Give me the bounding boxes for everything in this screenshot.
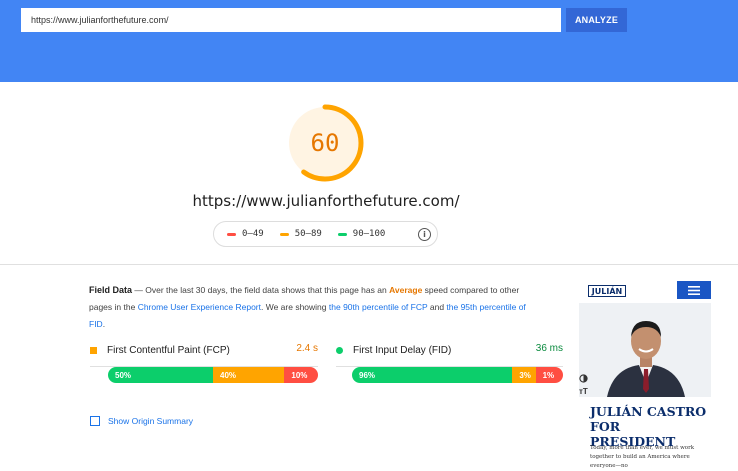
fcp-average-segment: 40% <box>213 367 285 383</box>
hamburger-menu-icon <box>677 281 711 299</box>
legend-item-fail: 0–49 <box>227 229 264 239</box>
origin-summary-label: Show Origin Summary <box>108 416 194 426</box>
legend-dash-fail <box>227 232 236 236</box>
url-input[interactable] <box>21 8 561 32</box>
score-value: 60 <box>310 129 340 157</box>
legend-dash-average <box>279 232 289 236</box>
fid-distribution-bar: 96% 3% 1% <box>352 367 563 383</box>
legend-label-average: 50–89 <box>294 229 322 239</box>
contrast-icon[interactable] <box>579 374 591 385</box>
field-data-description: Field Data — Over the last 30 days, the … <box>89 282 529 333</box>
legend-label-pass: 90–100 <box>352 229 386 239</box>
analyze-button[interactable]: ANALYZE <box>566 8 627 32</box>
metric-fid-name: First Input Delay (FID) <box>353 344 452 356</box>
fid-average-segment: 3% <box>512 367 536 383</box>
fcp-fast-segment: 50% <box>108 367 213 383</box>
thumbnail-side-controls: тT <box>579 374 591 396</box>
field-desc-text-3: . We are showing <box>261 302 329 312</box>
fcp-distribution-bar: 50% 40% 10% <box>108 367 318 383</box>
text-size-icon[interactable]: тT <box>579 387 591 396</box>
fcp-percentile-link[interactable]: the 90th percentile of FCP <box>329 302 428 312</box>
circle-icon <box>336 346 343 354</box>
legend-item-average: 50–89 <box>279 229 322 239</box>
fid-slow-segment: 1% <box>535 367 563 383</box>
square-icon <box>90 346 97 354</box>
metric-fcp-name: First Contentful Paint (FCP) <box>107 344 230 356</box>
metric-fid-value: 36 ms <box>535 343 563 354</box>
metric-fcp: First Contentful Paint (FCP) 2.4 s 50% 4… <box>90 342 318 383</box>
legend-label-fail: 0–49 <box>242 229 264 239</box>
legend-item-pass: 90–100 <box>337 229 386 239</box>
fid-fast-segment: 96% <box>352 367 513 383</box>
analyzed-page-url: https://www.julianforthefuture.com/ <box>192 192 460 210</box>
metric-fcp-value: 2.4 s <box>296 343 318 354</box>
metric-fcp-header: First Contentful Paint (FCP) <box>90 342 318 358</box>
section-divider <box>0 264 738 265</box>
legend-dash-pass <box>337 232 347 236</box>
thumbnail-topbar: JULIÁN <box>579 281 711 303</box>
origin-summary-checkbox[interactable] <box>90 416 100 426</box>
page-screenshot-thumbnail: JULIÁN JULIÁN CASTRO FOR PRESIDENT Today… <box>579 281 711 469</box>
crux-report-link[interactable]: Chrome User Experience Report <box>138 302 261 312</box>
thumbnail-headline: JULIÁN CASTRO FOR PRESIDENT <box>590 404 707 449</box>
score-legend: 0–49 50–89 90–100 i <box>213 221 438 247</box>
candidate-photo <box>579 303 711 397</box>
header-bar: ANALYZE <box>0 0 738 82</box>
thumbnail-body-text: Today, more than ever, we must work toge… <box>590 445 695 469</box>
average-label: Average <box>389 285 423 295</box>
field-data-title: Field Data <box>89 285 133 295</box>
metric-fid: First Input Delay (FID) 36 ms 96% 3% 1% <box>336 342 563 383</box>
field-desc-text-5: . <box>102 319 106 329</box>
fcp-slow-segment: 10% <box>284 367 318 383</box>
site-logo: JULIÁN <box>588 285 626 297</box>
field-desc-text-1: — Over the last 30 days, the field data … <box>132 285 390 295</box>
metric-fid-header: First Input Delay (FID) <box>336 342 563 358</box>
origin-summary-toggle[interactable]: Show Origin Summary <box>90 416 193 426</box>
info-icon[interactable]: i <box>418 228 431 241</box>
field-desc-text-4: and <box>427 302 447 312</box>
